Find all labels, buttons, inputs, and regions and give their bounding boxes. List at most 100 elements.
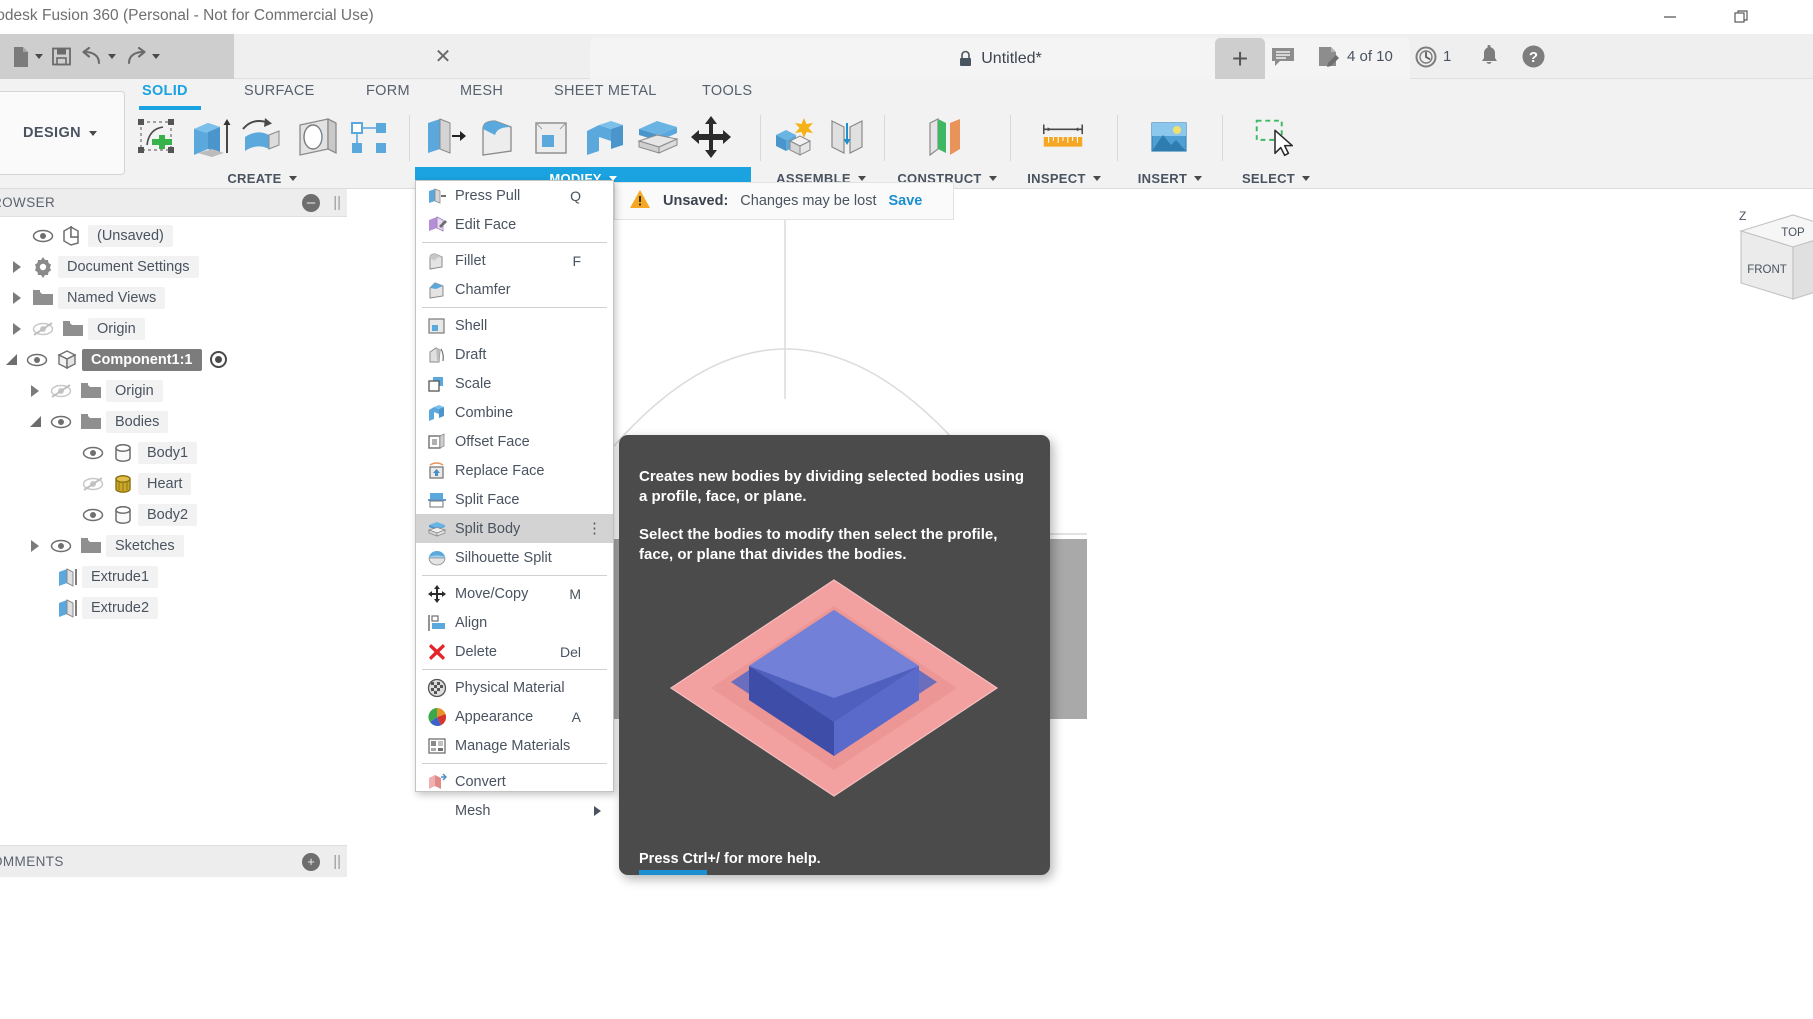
add-comment-button[interactable]: + bbox=[302, 852, 320, 871]
jobs-status-button[interactable]: 4 of 10 bbox=[1316, 34, 1393, 79]
extrude-button[interactable] bbox=[185, 112, 235, 162]
tree-node-extrude2[interactable]: Extrude2 bbox=[52, 594, 159, 621]
new-tab-button[interactable]: + bbox=[1215, 38, 1265, 79]
menu-item-scale[interactable]: Scale bbox=[416, 369, 613, 398]
visibility-hidden-icon[interactable] bbox=[78, 476, 108, 492]
history-status-button[interactable]: 1 bbox=[1414, 34, 1451, 79]
browser-resize-grip[interactable]: || bbox=[333, 194, 341, 211]
tree-node-named-views[interactable]: Named Views bbox=[6, 284, 166, 311]
tree-node-unsaved[interactable]: (Unsaved) bbox=[6, 222, 173, 249]
menu-item-physical-material[interactable]: Physical Material bbox=[416, 673, 613, 702]
window-minimize-button[interactable] bbox=[1647, 0, 1693, 34]
collapse-arrow-icon[interactable] bbox=[0, 354, 22, 365]
tree-node-sketches[interactable]: Sketches bbox=[24, 532, 184, 559]
ribbon-group-label-select[interactable]: SELECT bbox=[1228, 167, 1324, 189]
help-button[interactable]: ? bbox=[1521, 34, 1546, 79]
new-component-button[interactable] bbox=[769, 112, 819, 162]
menu-item-align[interactable]: Align bbox=[416, 608, 613, 637]
create-sketch-button[interactable] bbox=[132, 112, 182, 162]
ribbon-tab-sheet-metal[interactable]: SHEET METAL bbox=[554, 83, 657, 99]
save-button[interactable] bbox=[48, 39, 75, 75]
tree-node-extrude1[interactable]: Extrude1 bbox=[52, 563, 159, 590]
menu-label: Physical Material bbox=[455, 679, 565, 696]
tree-node-origin-child[interactable]: Origin bbox=[24, 377, 163, 404]
joint-button[interactable] bbox=[822, 112, 872, 162]
menu-item-split-body[interactable]: Split Body ⋮ bbox=[416, 514, 613, 543]
menu-item-manage-materials[interactable]: Manage Materials bbox=[416, 731, 613, 760]
ribbon-tab-mesh[interactable]: MESH bbox=[460, 83, 503, 99]
visibility-eye-icon[interactable] bbox=[46, 539, 76, 553]
construct-plane-button[interactable] bbox=[922, 112, 972, 162]
tree-node-bodies[interactable]: Bodies bbox=[24, 408, 169, 435]
new-document-button[interactable] bbox=[8, 39, 46, 75]
comments-resize-grip[interactable]: || bbox=[333, 853, 341, 870]
select-tool-button[interactable] bbox=[1250, 112, 1300, 162]
menu-overflow-icon[interactable]: ⋮ bbox=[587, 521, 603, 536]
visibility-eye-icon[interactable] bbox=[46, 415, 76, 429]
menu-item-mesh[interactable]: Mesh bbox=[416, 796, 613, 825]
visibility-eye-icon[interactable] bbox=[22, 353, 52, 367]
combine-button[interactable] bbox=[580, 112, 630, 162]
move-copy-button[interactable] bbox=[686, 112, 736, 162]
insert-image-button[interactable] bbox=[1144, 112, 1194, 162]
pattern-button[interactable] bbox=[344, 112, 394, 162]
revolve-button[interactable] bbox=[238, 112, 288, 162]
menu-item-silhouette-split[interactable]: Silhouette Split bbox=[416, 543, 613, 572]
menu-item-replace-face[interactable]: Replace Face bbox=[416, 456, 613, 485]
comments-panel-button[interactable] bbox=[1270, 34, 1296, 79]
ribbon-group-label-create[interactable]: CREATE bbox=[128, 167, 396, 189]
visibility-eye-icon[interactable] bbox=[78, 446, 108, 460]
document-tab-close-button[interactable]: ✕ bbox=[426, 34, 460, 79]
visibility-eye-icon[interactable] bbox=[28, 229, 58, 243]
menu-item-draft[interactable]: Draft bbox=[416, 340, 613, 369]
ribbon-tab-surface[interactable]: SURFACE bbox=[244, 83, 315, 99]
comments-panel-header[interactable]: OMMENTS + || bbox=[0, 845, 347, 877]
ribbon-group-label-insert[interactable]: INSERT bbox=[1122, 167, 1218, 189]
menu-item-split-face[interactable]: Split Face bbox=[416, 485, 613, 514]
menu-item-chamfer[interactable]: Chamfer bbox=[416, 275, 613, 304]
expand-arrow-icon[interactable] bbox=[6, 291, 28, 304]
menu-item-convert[interactable]: Convert bbox=[416, 767, 613, 796]
view-cube[interactable]: Z TOP FRONT bbox=[1733, 207, 1813, 317]
expand-arrow-icon[interactable] bbox=[24, 384, 46, 397]
tree-node-body1[interactable]: Body1 bbox=[78, 439, 198, 466]
expand-arrow-icon[interactable] bbox=[24, 539, 46, 552]
tree-node-heart[interactable]: Heart bbox=[78, 470, 192, 497]
menu-item-appearance[interactable]: Appearance A bbox=[416, 702, 613, 731]
visibility-hidden-icon[interactable] bbox=[46, 383, 76, 399]
shell-button[interactable] bbox=[527, 112, 577, 162]
split-body-ribbon-button[interactable] bbox=[633, 112, 683, 162]
unsaved-save-link[interactable]: Save bbox=[889, 193, 923, 209]
menu-item-move-copy[interactable]: Move/Copy M bbox=[416, 579, 613, 608]
redo-button[interactable] bbox=[121, 39, 163, 75]
ribbon-tab-form[interactable]: FORM bbox=[366, 83, 410, 99]
sweep-hole-button[interactable] bbox=[291, 112, 341, 162]
fillet-button[interactable] bbox=[474, 112, 524, 162]
ribbon-tab-solid[interactable]: SOLID bbox=[142, 83, 188, 99]
activate-component-radio[interactable] bbox=[209, 351, 227, 368]
expand-arrow-icon[interactable] bbox=[6, 322, 28, 335]
menu-item-shell[interactable]: Shell bbox=[416, 311, 613, 340]
tree-node-origin-root[interactable]: Origin bbox=[6, 315, 145, 342]
menu-item-delete[interactable]: Delete Del bbox=[416, 637, 613, 666]
ribbon-group-label-inspect[interactable]: INSPECT bbox=[1016, 167, 1112, 189]
ribbon-tab-tools[interactable]: TOOLS bbox=[702, 83, 752, 99]
browser-collapse-button[interactable]: – bbox=[302, 193, 320, 212]
undo-button[interactable] bbox=[77, 39, 119, 75]
visibility-eye-icon[interactable] bbox=[78, 508, 108, 522]
measure-button[interactable] bbox=[1038, 112, 1088, 162]
menu-item-combine[interactable]: Combine bbox=[416, 398, 613, 427]
expand-arrow-icon[interactable] bbox=[6, 260, 28, 273]
menu-item-edit-face[interactable]: Edit Face bbox=[416, 210, 613, 239]
menu-item-press-pull[interactable]: Press Pull Q bbox=[416, 181, 613, 210]
notifications-button[interactable] bbox=[1478, 34, 1500, 79]
menu-item-fillet[interactable]: Fillet F bbox=[416, 246, 613, 275]
window-restore-button[interactable] bbox=[1719, 0, 1765, 34]
collapse-arrow-icon[interactable] bbox=[24, 416, 46, 427]
visibility-hidden-icon[interactable] bbox=[28, 321, 58, 337]
menu-item-offset-face[interactable]: Offset Face bbox=[416, 427, 613, 456]
press-pull-button[interactable] bbox=[421, 112, 471, 162]
tree-node-component1[interactable]: Component1:1 bbox=[0, 346, 227, 373]
tree-node-document-settings[interactable]: Document Settings bbox=[6, 253, 199, 280]
tree-node-body2[interactable]: Body2 bbox=[78, 501, 198, 528]
